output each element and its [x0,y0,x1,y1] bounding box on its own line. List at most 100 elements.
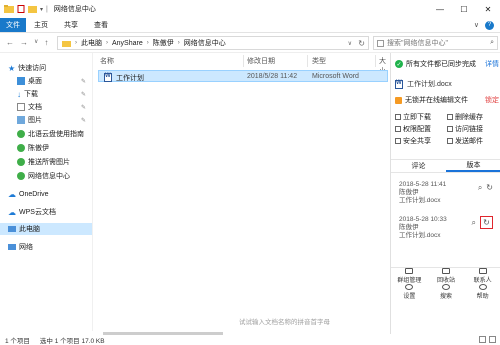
search-option-checkbox[interactable] [377,39,384,47]
secure-share-button[interactable]: 安全共享 [395,136,447,145]
sidebar-item-push-images[interactable]: 推送所需图片 [0,156,92,168]
group-management-button[interactable]: 群组管理 [391,268,428,284]
address-dropdown-icon[interactable]: ∨ [348,40,352,47]
large-icons-view-icon[interactable] [489,336,496,343]
action-label: 立即下载 [403,113,431,121]
contacts-button[interactable]: 联系人 [464,268,500,284]
new-folder-icon[interactable] [28,5,37,13]
file-modified: 2018/5/28 11:42 [247,73,298,80]
breadcrumb-anyshare[interactable]: AnyShare [112,40,143,47]
pin-icon[interactable]: ✎ [81,117,86,124]
sidebar-item-user[interactable]: 陈傲伊 [0,142,92,154]
search-icon[interactable]: ⌕ [490,39,494,47]
sync-details-link[interactable]: 详情 [485,59,499,69]
help-icon[interactable]: ? [485,20,494,30]
panel-toolbar: 群组管理 回收站 联系人 设置 搜索 帮助 [391,267,500,334]
sidebar-item-guide[interactable]: 北语云盘使用指南 [0,128,92,140]
document-icon [17,103,25,111]
window-title: 网络信息中心 [53,6,96,13]
sidebar-item-network[interactable]: 网络 [0,241,92,253]
tab-versions[interactable]: 版本 [446,160,500,172]
sidebar-item-documents[interactable]: 文档 ✎ [0,101,92,113]
details-view-icon[interactable] [479,336,486,343]
sidebar-item-desktop[interactable]: 桌面 ✎ [0,75,92,87]
help-button[interactable]: 帮助 [464,284,500,300]
tab-view[interactable]: 查看 [86,18,116,32]
sidebar-item-wps[interactable]: ☁ WPS云文档 [0,206,92,218]
sidebar-item-downloads[interactable]: ↓ 下载 ✎ [0,88,92,100]
sidebar-item-this-pc[interactable]: 此电脑 [0,223,92,235]
breadcrumb-user[interactable]: 陈傲伊 [153,38,174,48]
properties-icon[interactable] [17,5,25,13]
back-icon[interactable]: ← [6,38,14,47]
preview-icon[interactable]: ⌕ [472,219,476,232]
file-type: Microsoft Word [312,73,359,80]
address-bar[interactable]: › 此电脑 › AnyShare › 陈傲伊 › 网络信息中心 ∨ ↻ [57,36,369,50]
lock-button[interactable]: 锁定 [485,95,499,105]
pin-icon[interactable]: ✎ [81,104,86,111]
anyshare-folder-icon [17,130,25,138]
download-now-button[interactable]: 立即下载 [395,112,447,121]
action-label: 安全共享 [403,137,431,145]
access-link-button[interactable]: 访问链接 [447,124,499,133]
breadcrumb-this-pc[interactable]: 此电脑 [81,38,102,48]
up-icon[interactable]: ↑ [44,38,48,47]
column-header-type[interactable]: 类型 [312,56,326,66]
column-divider[interactable] [243,55,244,67]
maximize-button[interactable]: ☐ [452,0,476,18]
lock-status-text: 无锁并在线编辑文件 [405,97,468,104]
recycle-bin-icon [441,268,450,274]
sync-status-text: 所有文件都已同步完成 [406,61,476,68]
column-divider[interactable] [375,55,376,67]
column-divider[interactable] [307,55,308,67]
column-header-size[interactable]: 大小 [379,56,390,75]
share-icon [395,137,401,144]
breadcrumb-current[interactable]: 网络信息中心 [184,38,226,48]
sidebar-item-pictures[interactable]: 图片 ✎ [0,114,92,126]
tab-comments[interactable]: 评论 [391,160,446,172]
column-header-modified[interactable]: 修改日期 [247,56,275,66]
minimize-button[interactable]: — [428,0,452,18]
forward-icon[interactable]: → [20,38,28,47]
sidebar-item-label: OneDrive [19,190,49,198]
sidebar-item-quick-access[interactable]: ★ 快速访问 [0,62,92,74]
sidebar-item-network-center[interactable]: 网络信息中心 [0,170,92,182]
column-header-name[interactable]: 名称 [100,56,114,66]
send-email-button[interactable]: 发送邮件 [447,136,499,145]
preview-icon[interactable]: ⌕ [478,184,482,192]
recycle-bin-button[interactable]: 回收站 [428,268,465,284]
search-box[interactable]: 搜索"网络信息中心" ⌕ [373,36,498,50]
sidebar-item-label: 快速访问 [18,65,47,72]
tab-file[interactable]: 文件 [0,18,26,32]
tab-home[interactable]: 主页 [26,18,56,32]
pin-icon[interactable]: ✎ [81,78,86,85]
breadcrumb-separator: › [75,40,77,46]
word-document-icon [395,79,403,89]
lock-status: 无锁并在线编辑文件 锁定 [395,95,499,105]
sidebar-item-label: 网络信息中心 [28,173,70,180]
refresh-icon[interactable]: ↻ [358,39,365,48]
pin-icon[interactable]: ✎ [81,91,86,98]
restore-icon[interactable]: ↻ [480,216,493,229]
item-count: 1 个项目 [5,337,30,345]
sidebar-item-onedrive[interactable]: ☁ OneDrive [0,188,92,200]
settings-button[interactable]: 设置 [391,284,428,300]
action-label: 访问链接 [455,125,483,133]
version-file: 工作计划.docx [399,232,441,239]
expand-ribbon-icon[interactable]: ∨ [474,21,479,29]
recent-locations-icon[interactable]: ∨ [34,38,38,47]
permission-config-button[interactable]: 权限配置 [395,124,447,133]
sidebar-item-label: 下载 [24,91,38,98]
search-input[interactable]: 搜索"网络信息中心" [387,38,448,48]
table-row[interactable]: 工作计划 2018/5/28 11:42 Microsoft Word [98,70,388,82]
search-button[interactable]: 搜索 [428,284,465,300]
customize-toolbar-icon[interactable]: ▾ [40,6,43,13]
tab-share[interactable]: 共享 [56,18,86,32]
selection-info: 选中 1 个项目 17.0 KB [39,337,105,345]
pictures-icon [17,116,25,124]
title-separator: | [46,5,48,13]
close-button[interactable]: ✕ [476,0,500,18]
restore-icon[interactable]: ↻ [486,184,493,192]
clear-cache-button[interactable]: 删除缓存 [447,112,499,121]
action-label: 发送邮件 [455,137,483,145]
